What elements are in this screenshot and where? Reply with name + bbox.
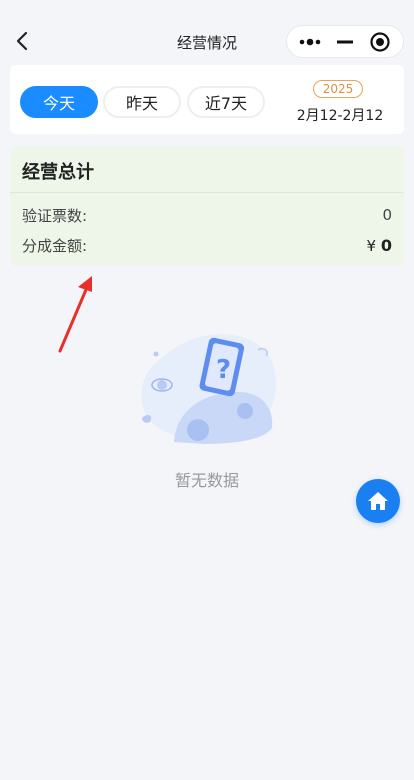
minus-icon[interactable] — [329, 30, 361, 54]
tab-today[interactable]: 今天 — [20, 86, 98, 118]
business-summary-card: 经营总计 验证票数: 0 分成金额: ¥ 0 — [10, 146, 404, 266]
empty-phone-question-icon: ? — [141, 334, 277, 444]
revenue-share-value: 0 — [380, 235, 392, 255]
revenue-share-label: 分成金额: — [22, 236, 88, 255]
date-range-label[interactable]: 2月12-2月12 — [290, 105, 390, 125]
summary-divider — [10, 192, 404, 193]
verified-tickets-label: 验证票数: — [22, 206, 88, 225]
summary-title: 经营总计 — [22, 162, 94, 183]
date-filter-card: 今天 昨天 近7天 2025 2月12-2月12 — [10, 65, 404, 134]
revenue-share-row: 分成金额: ¥ 0 — [22, 233, 392, 257]
home-button[interactable] — [356, 479, 400, 523]
tab-yesterday[interactable]: 昨天 — [103, 86, 181, 118]
currency-symbol: ¥ — [366, 236, 377, 255]
verified-tickets-row: 验证票数: 0 — [22, 203, 392, 227]
mini-program-capsule — [286, 25, 404, 58]
svg-text:?: ? — [216, 355, 231, 385]
more-dots-icon[interactable] — [294, 30, 326, 54]
home-icon — [368, 492, 388, 510]
target-circle-icon[interactable] — [364, 30, 396, 54]
revenue-share-amount: ¥ 0 — [367, 236, 392, 255]
verified-tickets-value: 0 — [382, 206, 392, 224]
tab-last-7-days[interactable]: 近7天 — [187, 86, 265, 118]
empty-state-text: 暂无数据 — [174, 471, 239, 490]
annotation-arrow-icon — [58, 276, 92, 353]
year-badge[interactable]: 2025 — [313, 80, 363, 98]
